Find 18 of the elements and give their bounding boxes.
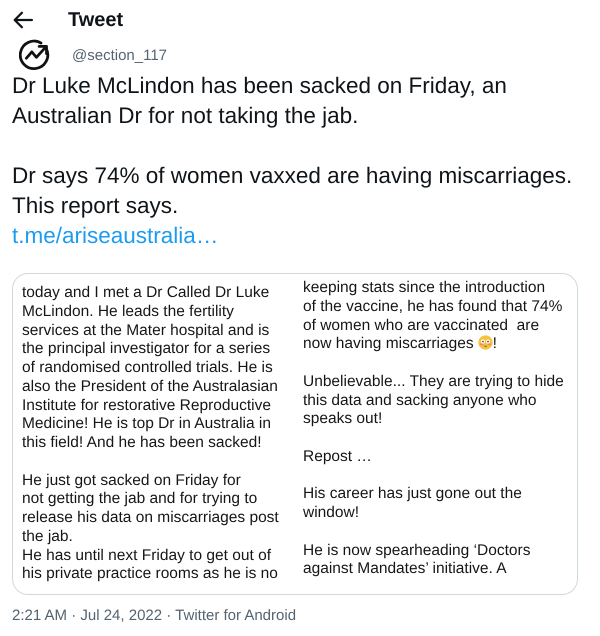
post-text: He just got sacked on Friday for not getting the jab and for trying to release his data on miscarriages post the jab. He has until next Friday to get out of his private practice rooms as he is no bbox=[22, 472, 279, 584]
rising-chart-avatar-icon[interactable] bbox=[19, 39, 52, 72]
page-title: Tweet bbox=[68, 8, 124, 32]
tweet-text: Dr says 74% of women vaxxed are having miscarriages. This report says. bbox=[12, 162, 574, 220]
post-text: Repost … bbox=[303, 448, 372, 466]
flushed-face-emoji-icon bbox=[478, 335, 493, 350]
post-text: now having miscarriages bbox=[303, 335, 474, 352]
tweet-timestamp: 2:21 AM · Jul 24, 2022 · Twitter for Android bbox=[12, 607, 296, 624]
post-text: today and I met a Dr Called Dr Luke McLindon. He leads the fertility services at the Mater hospital and is the principal investigator for a series of randomised controlled trials. He is also the President of the Australasian Institute for restorative Reproductive Medicine! He is top Dr in Australia in this field! And he has been sacked! bbox=[22, 284, 278, 453]
post-text: ! bbox=[492, 335, 497, 352]
back-arrow-icon bbox=[13, 10, 33, 30]
post-text: Unbelievable... They are trying to hide this data and sacking anyone who speaks out! bbox=[303, 372, 564, 429]
post-text: His career has just gone out the window! bbox=[303, 485, 522, 523]
tweet-link[interactable]: t.me/ariseaustralia… bbox=[12, 221, 218, 251]
back-button[interactable] bbox=[13, 10, 33, 30]
post-text: He is now spearheading ‘Doctors against Mandates’ initiative. A bbox=[303, 542, 530, 579]
tweet-text: Dr Luke McLindon has been sacked on Friday, an Australian Dr for not taking the jab. bbox=[12, 72, 508, 130]
user-handle: @section_117 bbox=[72, 46, 168, 64]
